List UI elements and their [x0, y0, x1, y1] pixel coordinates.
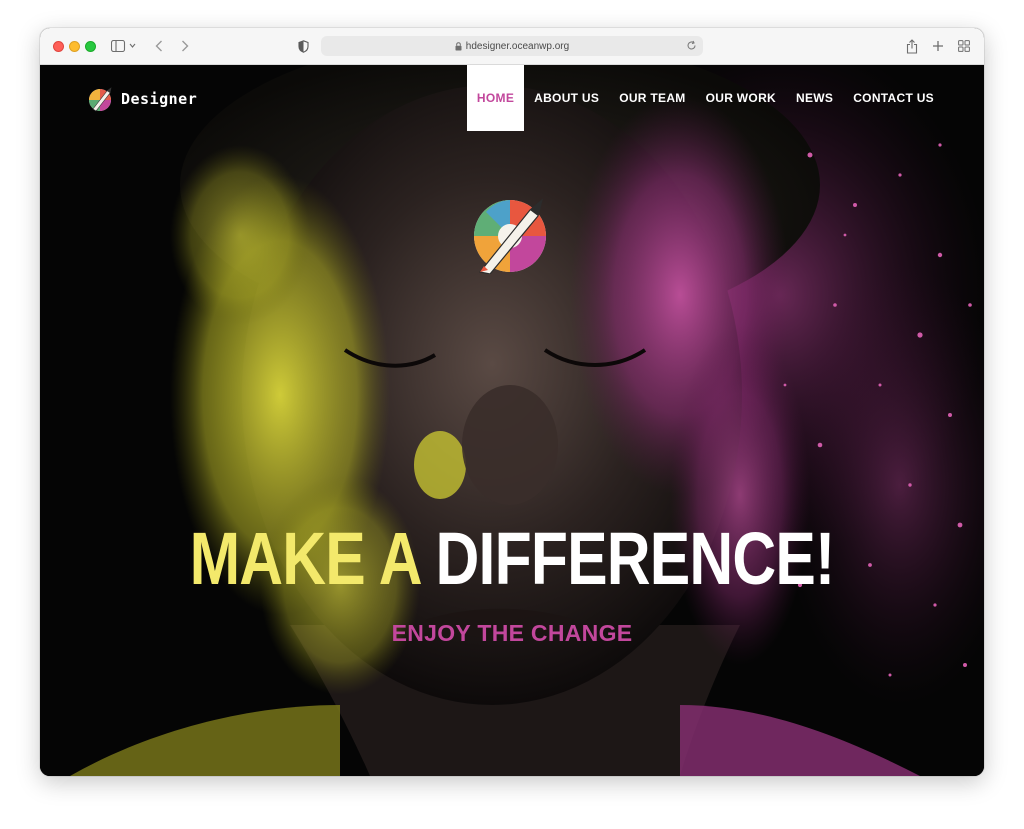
sidebar-icon[interactable] — [110, 36, 138, 56]
browser-toolbar: hdesigner.oceanwp.org — [40, 28, 984, 65]
browser-window: hdesigner.oceanwp.org Designer HOME ABOU… — [40, 28, 984, 776]
address-bar[interactable]: hdesigner.oceanwp.org — [321, 36, 703, 56]
nav-contact-us[interactable]: CONTACT US — [843, 65, 944, 131]
nav-news[interactable]: NEWS — [786, 65, 843, 131]
share-icon[interactable] — [904, 36, 920, 56]
hero-background-image — [40, 65, 984, 776]
hero-headline: MAKE A DIFFERENCE! — [125, 517, 899, 601]
reload-icon[interactable] — [686, 40, 697, 54]
logo-text: Designer — [121, 90, 198, 108]
tab-overview-icon[interactable] — [956, 36, 972, 56]
zoom-window-button[interactable] — [85, 41, 96, 52]
main-navigation: HOME ABOUT US OUR TEAM OUR WORK NEWS CON… — [466, 65, 944, 131]
site-logo[interactable]: Designer — [87, 85, 197, 113]
pencil-palette-emblem-icon — [474, 198, 546, 274]
headline-part-one: MAKE A — [189, 517, 421, 600]
forward-icon[interactable] — [178, 36, 192, 56]
shield-icon[interactable] — [296, 36, 310, 56]
pencil-palette-icon — [89, 87, 112, 112]
url-text: hdesigner.oceanwp.org — [465, 40, 570, 52]
hero-subheadline: ENJOY THE CHANGE — [391, 620, 633, 646]
nav-our-work[interactable]: OUR WORK — [696, 65, 786, 131]
new-tab-icon[interactable] — [930, 36, 946, 56]
nav-home[interactable]: HOME — [466, 65, 525, 131]
nav-about-us[interactable]: ABOUT US — [524, 65, 609, 131]
lock-icon — [455, 41, 462, 51]
website-page: Designer HOME ABOUT US OUR TEAM OUR WORK… — [40, 65, 984, 776]
nav-our-team[interactable]: OUR TEAM — [609, 65, 695, 131]
back-icon[interactable] — [152, 36, 166, 56]
minimize-window-button[interactable] — [69, 41, 80, 52]
headline-part-two: DIFFERENCE! — [435, 517, 836, 600]
close-window-button[interactable] — [53, 41, 64, 52]
